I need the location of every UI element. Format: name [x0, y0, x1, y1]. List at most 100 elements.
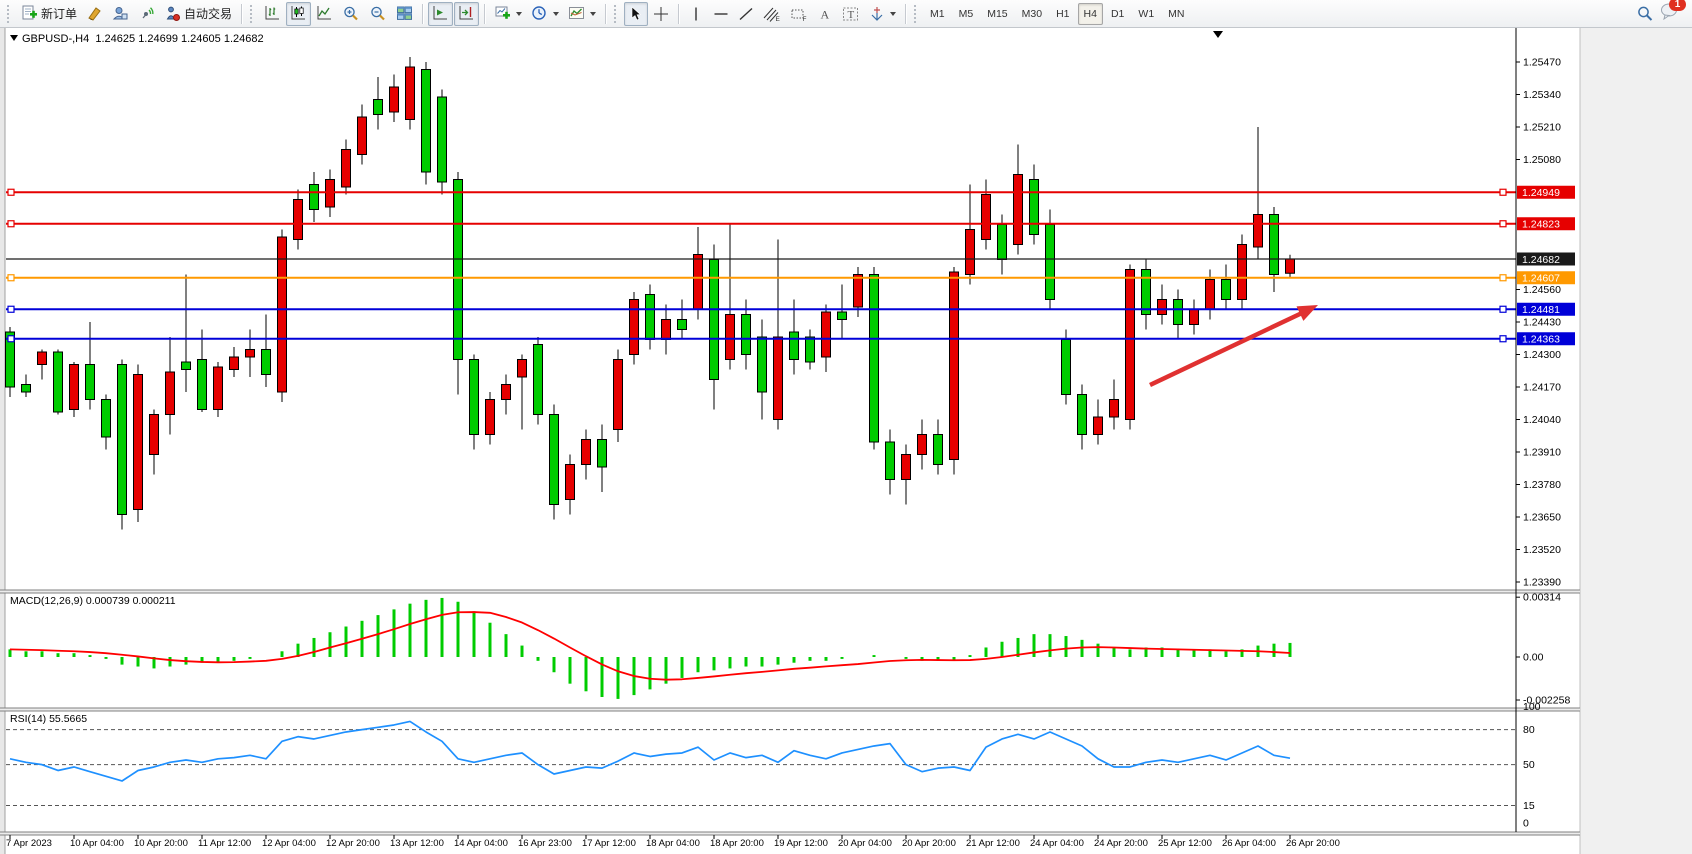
- candle-down: [886, 442, 895, 480]
- trendline-tool-button[interactable]: [734, 2, 758, 26]
- line-handle[interactable]: [8, 306, 14, 312]
- collapse-triangle-icon[interactable]: [10, 35, 18, 41]
- cursor-tool-button[interactable]: [624, 2, 648, 26]
- price-axis-label: 1.24040: [1523, 414, 1561, 426]
- candle-down: [998, 225, 1007, 260]
- signals-button[interactable]: [134, 2, 159, 26]
- fibonacci-tool-button[interactable]: E: [759, 2, 785, 26]
- candle-up: [38, 352, 47, 365]
- price-axis-label: 1.24560: [1523, 284, 1561, 296]
- candle-up: [582, 440, 591, 465]
- candle-up: [486, 400, 495, 435]
- candle-down: [454, 180, 463, 360]
- line-chart-type-button[interactable]: [312, 2, 337, 26]
- candle-up: [1206, 280, 1215, 310]
- crosshair-tool-button[interactable]: [649, 2, 673, 26]
- line-handle[interactable]: [1500, 189, 1506, 195]
- date-axis-label: 18 Apr 04:00: [646, 838, 700, 849]
- date-axis-label: 21 Apr 12:00: [966, 838, 1020, 849]
- line-handle[interactable]: [8, 275, 14, 281]
- tile-windows-button[interactable]: [392, 2, 417, 26]
- timeframe-button-M30[interactable]: M30: [1016, 3, 1048, 25]
- zoom-in-icon: [342, 5, 360, 23]
- timeframe-button-M15[interactable]: M15: [981, 3, 1013, 25]
- notifications-button[interactable]: 1: [1660, 2, 1680, 25]
- candle-up: [70, 365, 79, 410]
- date-axis-label: 20 Apr 04:00: [838, 838, 892, 849]
- vertical-line-tool-button[interactable]: [684, 2, 708, 26]
- price-axis-label: 1.25080: [1523, 154, 1561, 166]
- candle-down: [102, 400, 111, 438]
- candle-up: [854, 275, 863, 308]
- channel-tool-button[interactable]: F: [786, 2, 812, 26]
- dropdown-caret: [553, 12, 559, 16]
- bar-chart-type-button[interactable]: [260, 2, 285, 26]
- horizontal-line-tool-button[interactable]: [709, 2, 733, 26]
- candle-up: [502, 385, 511, 400]
- toolbar: 新订单: [0, 0, 1692, 28]
- line-handle[interactable]: [8, 221, 14, 227]
- timeframe-button-W1[interactable]: W1: [1132, 3, 1160, 25]
- notification-badge: 1: [1669, 0, 1686, 11]
- candle-up: [246, 350, 255, 358]
- timeframe-button-D1[interactable]: D1: [1105, 3, 1130, 25]
- periods-button[interactable]: [527, 2, 563, 26]
- line-handle[interactable]: [8, 189, 14, 195]
- toolbar-grip[interactable]: [914, 5, 920, 23]
- timeframe-button-H1[interactable]: H1: [1050, 3, 1075, 25]
- candle-down: [934, 435, 943, 465]
- timeframe-button-H4[interactable]: H4: [1078, 3, 1103, 25]
- zoom-in-button[interactable]: [338, 2, 364, 26]
- candle-down: [870, 275, 879, 443]
- chart-canvas[interactable]: 1.254701.253401.252101.250801.245601.244…: [0, 28, 1692, 854]
- auto-trading-icon: [164, 5, 181, 22]
- date-axis-label: 12 Apr 20:00: [326, 838, 380, 849]
- line-handle[interactable]: [1500, 306, 1506, 312]
- date-axis-label: 24 Apr 04:00: [1030, 838, 1084, 849]
- zoom-out-button[interactable]: [365, 2, 391, 26]
- candle-up: [1254, 215, 1263, 248]
- candle-up: [342, 150, 351, 188]
- text-tool-button[interactable]: A: [813, 2, 837, 26]
- line-handle[interactable]: [1500, 275, 1506, 281]
- new-order-button[interactable]: 新订单: [17, 2, 81, 26]
- candle-down: [1046, 225, 1055, 300]
- candle-down: [534, 345, 543, 415]
- svg-text:E: E: [776, 16, 781, 22]
- candle-up: [1190, 310, 1199, 325]
- templates-button[interactable]: [564, 2, 600, 26]
- candle-up: [918, 435, 927, 455]
- candle-up: [1158, 300, 1167, 315]
- search-icon[interactable]: [1636, 5, 1654, 23]
- toolbar-grip[interactable]: [614, 5, 620, 23]
- price-axis-label: 1.23520: [1523, 544, 1561, 556]
- chart-window[interactable]: 1.254701.253401.252101.250801.245601.244…: [0, 28, 1692, 854]
- profile-button[interactable]: [108, 2, 133, 26]
- chart-shift-button[interactable]: [454, 2, 479, 26]
- price-line-axis-badge-text: 1.24363: [1522, 334, 1560, 346]
- auto-trading-button[interactable]: 自动交易: [160, 2, 236, 26]
- price-axis-label: 1.24170: [1523, 382, 1561, 394]
- text-label-tool-button[interactable]: T: [838, 2, 864, 26]
- auto-scroll-icon: [432, 5, 449, 22]
- toolbar-grip[interactable]: [7, 5, 13, 23]
- candle-up: [214, 367, 223, 410]
- candle-up: [966, 230, 975, 275]
- line-handle[interactable]: [8, 336, 14, 342]
- line-handle[interactable]: [1500, 221, 1506, 227]
- dropdown-caret: [890, 12, 896, 16]
- shapes-tool-button[interactable]: [865, 2, 900, 26]
- date-axis-label: 19 Apr 12:00: [774, 838, 828, 849]
- candlestick-chart-type-button[interactable]: [286, 2, 311, 26]
- auto-scroll-button[interactable]: [428, 2, 453, 26]
- price-axis-label: 1.23650: [1523, 512, 1561, 524]
- line-handle[interactable]: [1500, 336, 1506, 342]
- date-axis-label: 20 Apr 20:00: [902, 838, 956, 849]
- toolbar-separator: [605, 4, 606, 24]
- style-brush-button[interactable]: [82, 2, 107, 26]
- new-chart-button[interactable]: [490, 2, 526, 26]
- timeframe-button-MN[interactable]: MN: [1162, 3, 1190, 25]
- timeframe-button-M1[interactable]: M1: [924, 3, 951, 25]
- toolbar-grip[interactable]: [250, 5, 256, 23]
- timeframe-button-M5[interactable]: M5: [953, 3, 980, 25]
